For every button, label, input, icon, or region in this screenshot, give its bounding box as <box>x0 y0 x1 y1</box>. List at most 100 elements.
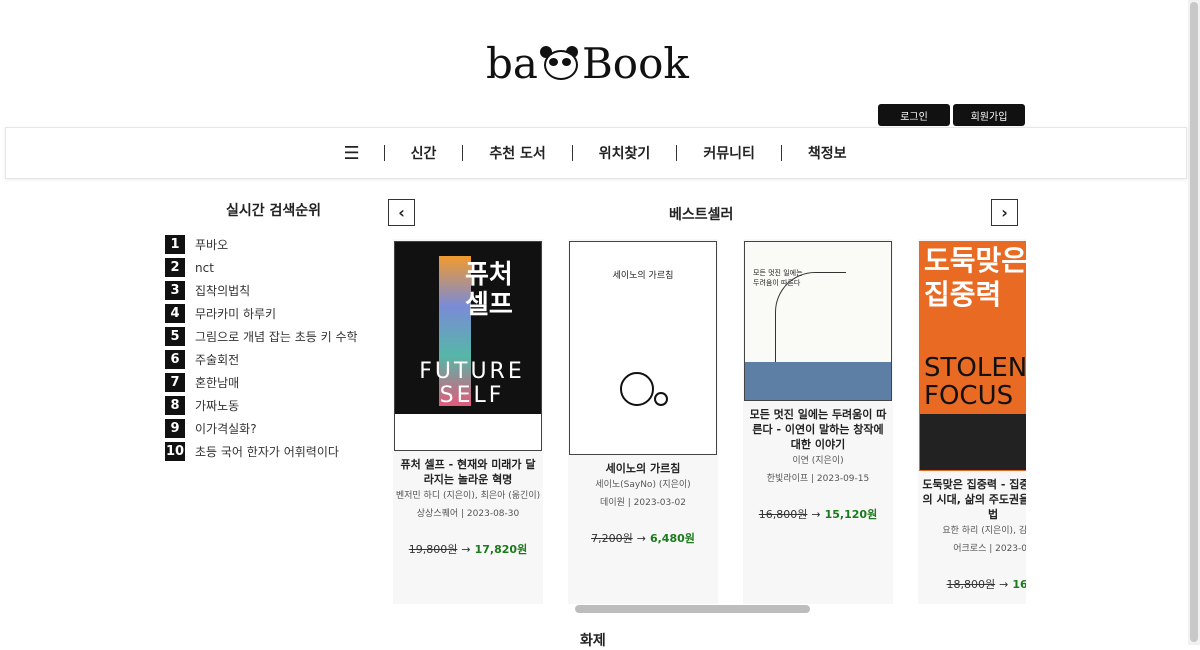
ranking-item[interactable]: 5 그림으로 개념 잡는 초등 키 수학 <box>165 325 358 348</box>
nav-divider <box>676 145 678 161</box>
nav-divider <box>383 145 385 161</box>
ranking-item[interactable]: 10 초등 국어 한자가 어휘력이다 <box>165 440 358 463</box>
rank-number: 9 <box>165 419 185 438</box>
book-cover[interactable]: 퓨처 셀프 FUTURE SELF <box>394 241 542 451</box>
panda-icon <box>539 46 580 80</box>
ranking-item[interactable]: 3 집착의법칙 <box>165 279 358 302</box>
nav-divider <box>780 145 782 161</box>
bestseller-title: 베스트셀러 <box>669 207 734 223</box>
rank-keyword[interactable]: 초등 국어 한자가 어휘력이다 <box>195 443 339 460</box>
ranking-title: 실시간 검색순위 <box>226 203 322 219</box>
book-card[interactable]: 모든 멋진 일에는 두려움이 따른다 모든 멋진 일에는 두려움이 따른다 - … <box>743 239 893 604</box>
arrow-right-icon: → <box>461 543 471 556</box>
rank-number: 2 <box>165 258 185 277</box>
arrow-right-icon: → <box>811 508 821 521</box>
book-author: 이연 (지은이) <box>792 456 844 466</box>
rank-number: 8 <box>165 396 185 415</box>
sale-price: 6,480원 <box>649 532 695 545</box>
nav-item-community[interactable]: 커뮤니티 <box>687 143 771 163</box>
vertical-scrollbar-thumb[interactable] <box>1190 2 1198 642</box>
book-publisher: 상상스퀘어 | 2023-08-30 <box>416 509 520 519</box>
nav-divider <box>571 145 573 161</box>
cover-subtitle: STOLEN FOCUS <box>924 353 1026 411</box>
chevron-left-icon: ‹ <box>398 203 405 222</box>
book-author: 요한 하리 (지은이), 김하현 <box>942 526 1026 536</box>
cover-title: 도둑맞은 집중력 <box>924 244 1026 311</box>
ranking-item[interactable]: 4 무라카미 하루키 <box>165 302 358 325</box>
rank-keyword[interactable]: 그림으로 개념 잡는 초등 키 수학 <box>195 328 358 345</box>
rank-number: 4 <box>165 304 185 323</box>
cover-title: 퓨처 셀프 <box>465 260 513 320</box>
book-card[interactable]: 세이노의 가르침 세이노의 가르침 세이노(SayNo) (지은이) 데이원 |… <box>568 239 718 604</box>
signup-button[interactable]: 회원가입 <box>953 104 1025 126</box>
rank-number: 7 <box>165 373 185 392</box>
book-title[interactable]: 모든 멋진 일에는 두려움이 따른다 - 이연이 말하는 창작에 대한 이야기 <box>747 407 889 452</box>
rank-keyword[interactable]: nct <box>195 261 214 275</box>
nav-divider <box>462 145 464 161</box>
cover-subtitle: FUTURE SELF <box>419 359 525 408</box>
carousel-next-button[interactable]: › <box>991 199 1018 226</box>
book-price: 16,800원 → 15,120원 <box>743 506 893 522</box>
rank-number: 10 <box>165 442 185 461</box>
chevron-right-icon: › <box>1001 203 1008 222</box>
rank-keyword[interactable]: 이가격실화? <box>195 420 257 437</box>
rank-keyword[interactable]: 주술회전 <box>195 351 239 368</box>
book-cover[interactable]: 세이노의 가르침 <box>569 241 717 455</box>
bestseller-carousel[interactable]: 퓨처 셀프 FUTURE SELF 퓨처 셀프 - 현재와 미래가 달라지는 놀… <box>393 239 1026 604</box>
arrow-right-icon: → <box>999 578 1009 591</box>
ranking-item[interactable]: 6 주술회전 <box>165 348 358 371</box>
nav-item-recommended[interactable]: 추천 도서 <box>473 143 561 163</box>
original-price: 18,800원 <box>946 578 996 591</box>
ranking-item[interactable]: 2 nct <box>165 256 358 279</box>
logo-text-left: ba <box>486 38 538 88</box>
ranking-item[interactable]: 7 혼한남매 <box>165 371 358 394</box>
book-price: 18,800원→16,9 <box>918 576 1026 592</box>
book-publisher: 어크로스 | 2023-04 <box>953 544 1026 554</box>
menu-icon[interactable]: ☰ <box>329 143 373 164</box>
logo-text-right: Book <box>581 38 689 88</box>
rank-keyword[interactable]: 무라카미 하루키 <box>195 305 276 322</box>
book-cover[interactable]: 도둑맞은 집중력 STOLEN FOCUS <box>919 241 1026 471</box>
sale-price: 16,9 <box>1012 578 1026 591</box>
nav-item-new[interactable]: 신간 <box>395 143 453 163</box>
ranking-item[interactable]: 9 이가격실화? <box>165 417 358 440</box>
book-title[interactable]: 도둑맞은 집중력 - 집중력 위기의 시대, 삶의 주도권을 되찾는 법 <box>922 477 1026 522</box>
book-author: 세이노(SayNo) (지은이) <box>595 480 691 490</box>
book-publisher: 한빛라이프 | 2023-09-15 <box>766 474 870 484</box>
book-title[interactable]: 세이노의 가르침 <box>572 461 714 476</box>
rank-keyword[interactable]: 가짜노동 <box>195 397 239 414</box>
book-publisher: 데이원 | 2023-03-02 <box>600 498 686 508</box>
book-title[interactable]: 퓨처 셀프 - 현재와 미래가 달라지는 놀라운 혁명 <box>397 457 539 487</box>
book-card[interactable]: 도둑맞은 집중력 STOLEN FOCUS 도둑맞은 집중력 - 집중력 위기의… <box>918 239 1026 604</box>
sale-price: 15,120원 <box>824 508 878 521</box>
original-price: 16,800원 <box>758 508 808 521</box>
arrow-right-icon: → <box>636 532 646 545</box>
rank-number: 1 <box>165 235 185 254</box>
ranking-list: 1 푸바오 2 nct 3 집착의법칙 4 무라카미 하루키 5 그림으로 개념 잡는 초… <box>165 233 358 463</box>
rank-keyword[interactable]: 혼한남매 <box>195 374 239 391</box>
book-price: 7,200원 → 6,480원 <box>568 530 718 546</box>
vertical-scrollbar[interactable] <box>1188 0 1200 645</box>
sale-price: 17,820원 <box>474 543 528 556</box>
main-navigation: ☰ 신간 추천 도서 위치찾기 커뮤니티 책정보 <box>5 127 1187 179</box>
rank-number: 5 <box>165 327 185 346</box>
cover-title: 세이노의 가르침 <box>612 271 674 281</box>
rank-keyword[interactable]: 집착의법칙 <box>195 282 250 299</box>
rank-number: 3 <box>165 281 185 300</box>
ranking-item[interactable]: 8 가짜노동 <box>165 394 358 417</box>
book-price: 19,800원 → 17,820원 <box>393 541 543 557</box>
nav-item-location[interactable]: 위치찾기 <box>583 143 667 163</box>
carousel-scrollbar-thumb[interactable] <box>575 605 810 613</box>
nav-item-book-info[interactable]: 책정보 <box>792 143 863 163</box>
rank-keyword[interactable]: 푸바오 <box>195 236 228 253</box>
login-button[interactable]: 로그인 <box>878 104 950 126</box>
ranking-item[interactable]: 1 푸바오 <box>165 233 358 256</box>
original-price: 7,200원 <box>591 532 633 545</box>
carousel-prev-button[interactable]: ‹ <box>388 199 415 226</box>
hot-topic-title: 화제 <box>580 633 606 649</box>
book-cover[interactable]: 모든 멋진 일에는 두려움이 따른다 <box>744 241 892 401</box>
book-author: 벤저민 하디 (지은이), 최은아 (옮긴이) <box>395 491 541 501</box>
book-card[interactable]: 퓨처 셀프 FUTURE SELF 퓨처 셀프 - 현재와 미래가 달라지는 놀… <box>393 239 543 604</box>
original-price: 19,800원 <box>408 543 458 556</box>
site-logo[interactable]: ba Book <box>486 38 716 88</box>
